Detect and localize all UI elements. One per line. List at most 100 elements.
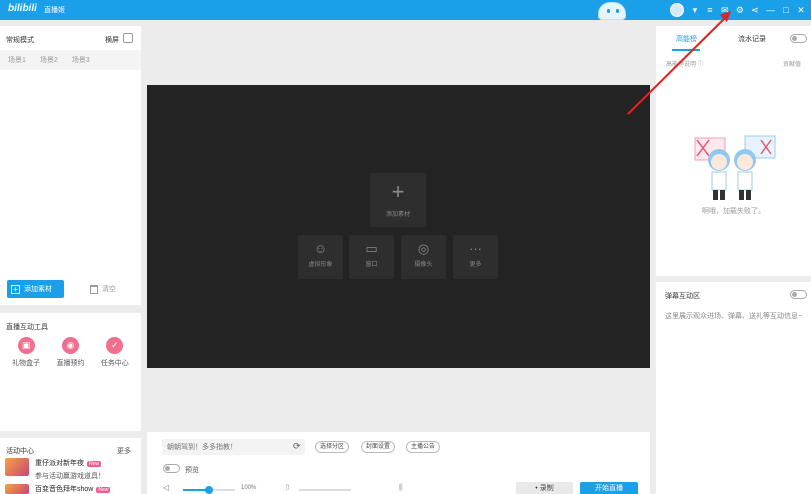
- scene-tabs: 场景1 场景2 场景3: [0, 50, 141, 70]
- orientation-icon[interactable]: [123, 33, 133, 43]
- ranking-toggle[interactable]: [790, 34, 807, 43]
- ranking-panel: 高能榜 流水记录 高能榜说明 ⓘ 贡献值 啊哦，加载失败了。: [656, 26, 811, 276]
- clear-button[interactable]: 清空: [90, 284, 116, 294]
- window-icon: ▭: [365, 241, 378, 256]
- danmaku-title: 弹幕互动区: [665, 293, 700, 300]
- camera-icon: ◎: [417, 241, 430, 256]
- activity-more-link[interactable]: 更多: [117, 446, 131, 456]
- tab-scene-1[interactable]: 场景1: [8, 55, 26, 65]
- activity-item-desc: 参与活动赢游戏道具！: [35, 473, 105, 480]
- more-icon: ···: [469, 241, 482, 256]
- virtual-avatar-icon: ☺: [313, 241, 328, 256]
- tab-high-energy[interactable]: 高能榜: [676, 34, 697, 44]
- preview-stage[interactable]: + 添加素材 ☺ 虚拟形象 ▭ 窗口 ◎ 摄像头 ··· 更多: [147, 85, 650, 368]
- tools-title: 直播互动工具: [6, 324, 48, 331]
- clear-label: 清空: [102, 286, 116, 293]
- scene-panel: 常规模式 横屏 场景1 场景2 场景3 + 添加素材 清空: [0, 26, 141, 305]
- trash-icon: [90, 284, 98, 294]
- speaker-icon[interactable]: ◁: [163, 483, 169, 492]
- tab-flow-record[interactable]: 流水记录: [738, 34, 766, 44]
- help-icon: ⓘ: [697, 62, 704, 68]
- mode-label[interactable]: 常规模式: [6, 35, 34, 45]
- close-icon[interactable]: ✕: [797, 3, 805, 17]
- tab-scene-3[interactable]: 场景3: [72, 55, 90, 65]
- task-icon: ✓: [106, 337, 124, 354]
- activity-item-title: 百变音色拜年show: [35, 486, 94, 493]
- ranking-tabs: 高能榜 流水记录: [656, 31, 811, 51]
- danmaku-description: 这里展示观众进场、弹幕、送礼等互动信息~: [665, 313, 803, 320]
- tool-gift-box[interactable]: ▣ 礼物盒子: [12, 337, 40, 368]
- tab-scene-2[interactable]: 场景2: [40, 55, 58, 65]
- mic-icon[interactable]: ⇧: [284, 483, 291, 492]
- load-fail-illustration: [694, 135, 776, 200]
- activity-item-title: 重仔派对新年夜: [35, 460, 84, 467]
- tool-label: 任务中心: [100, 360, 129, 367]
- minimize-icon[interactable]: —: [766, 3, 775, 17]
- tool-label: 礼物盒子: [12, 360, 41, 367]
- plus-icon: +: [11, 284, 20, 294]
- room-title-input[interactable]: [162, 439, 305, 455]
- tool-task-center[interactable]: ✓ 任务中心: [101, 337, 129, 368]
- share-icon[interactable]: ⋖: [751, 3, 759, 17]
- activity-item[interactable]: 重仔派对新年夜 New 参与活动赢游戏道具！: [5, 458, 105, 481]
- tool-reservation[interactable]: ◉ 直播预约: [56, 337, 84, 368]
- source-label: 更多: [469, 262, 482, 268]
- tools-list: ▣ 礼物盒子 ◉ 直播预约 ✓ 任务中心: [0, 337, 141, 368]
- add-material-button[interactable]: + 添加素材: [7, 280, 64, 298]
- volume-slider[interactable]: [183, 486, 235, 494]
- source-camera[interactable]: ◎ 摄像头: [401, 235, 446, 279]
- preview-label: 预览: [185, 467, 199, 474]
- mic-slider[interactable]: [299, 489, 351, 491]
- record-dot-icon: •: [535, 485, 538, 492]
- new-badge: New: [87, 461, 102, 467]
- audio-settings-icon[interactable]: ⫼: [399, 483, 403, 493]
- activity-thumbnail: [5, 458, 29, 476]
- danmaku-panel: 弹幕互动区 这里展示观众进场、弹幕、送礼等互动信息~: [656, 282, 811, 494]
- title-bar: bilibili 直播姬 ▾ ≡ ✉ ⚙ ⋖ — □ ✕: [0, 0, 811, 20]
- danmaku-toggle[interactable]: [790, 290, 807, 299]
- avatar[interactable]: [669, 3, 684, 17]
- ranking-help[interactable]: 高能榜说明 ⓘ: [666, 59, 704, 68]
- reservation-icon: ◉: [61, 337, 79, 354]
- source-window[interactable]: ▭ 窗口: [349, 235, 394, 279]
- live-control-bar: ⟳ 选择分区 封面设置 主播公告 预览 ◁ 100% ⇧ ⫼ • 录制 开始直播: [147, 432, 650, 494]
- select-category-button[interactable]: 选择分区: [315, 441, 350, 453]
- add-material-label: 添加素材: [24, 286, 52, 293]
- gift-icon: ▣: [17, 337, 35, 354]
- interactive-tools-panel: 直播互动工具 ▣ 礼物盒子 ◉ 直播预约 ✓ 任务中心: [0, 313, 141, 431]
- volume-knob[interactable]: [205, 486, 213, 494]
- source-virtual-avatar[interactable]: ☺ 虚拟形象: [298, 235, 343, 279]
- activity-panel: 活动中心 更多 重仔派对新年夜 New 参与活动赢游戏道具！ 百变音色拜年show…: [0, 438, 141, 494]
- new-badge: New: [96, 487, 111, 493]
- source-label: 虚拟形象: [308, 262, 333, 268]
- activity-item[interactable]: 百变音色拜年show New: [5, 484, 111, 494]
- add-material-tile-label: 添加素材: [385, 212, 410, 218]
- record-button[interactable]: • 录制: [516, 482, 573, 494]
- tool-label: 直播预约: [56, 360, 85, 367]
- source-label: 摄像头: [414, 262, 433, 268]
- cover-settings-button[interactable]: 封面设置: [361, 441, 396, 453]
- add-material-tile[interactable]: + 添加素材: [370, 173, 426, 227]
- app-name: 直播姬: [44, 7, 65, 14]
- mail-icon[interactable]: ✉: [721, 3, 729, 17]
- start-live-button[interactable]: 开始直播: [580, 482, 638, 494]
- source-label: 窗口: [365, 262, 378, 268]
- chevron-down-icon[interactable]: ▾: [691, 3, 699, 17]
- titlebar-controls: ▾ ≡ ✉ ⚙ ⋖ — □ ✕: [669, 2, 805, 18]
- announcement-button[interactable]: 主播公告: [406, 441, 441, 453]
- plus-icon: +: [391, 179, 405, 204]
- source-more[interactable]: ··· 更多: [453, 235, 498, 279]
- preview-toggle[interactable]: [163, 464, 180, 473]
- activity-thumbnail: [5, 484, 29, 494]
- load-fail-text: 啊哦，加载失败了。: [702, 208, 765, 215]
- contribution-label: 贡献值: [782, 62, 801, 68]
- menu-icon[interactable]: ≡: [706, 3, 714, 17]
- settings-icon[interactable]: ⚙: [736, 3, 744, 17]
- bilibili-logo: bilibili: [8, 3, 37, 14]
- volume-value: 100%: [241, 485, 257, 491]
- orientation-label[interactable]: 横屏: [105, 35, 119, 45]
- activity-title: 活动中心: [6, 448, 34, 455]
- maximize-icon[interactable]: □: [782, 3, 790, 17]
- active-tab-indicator: [672, 49, 700, 51]
- refresh-icon[interactable]: ⟳: [293, 441, 301, 452]
